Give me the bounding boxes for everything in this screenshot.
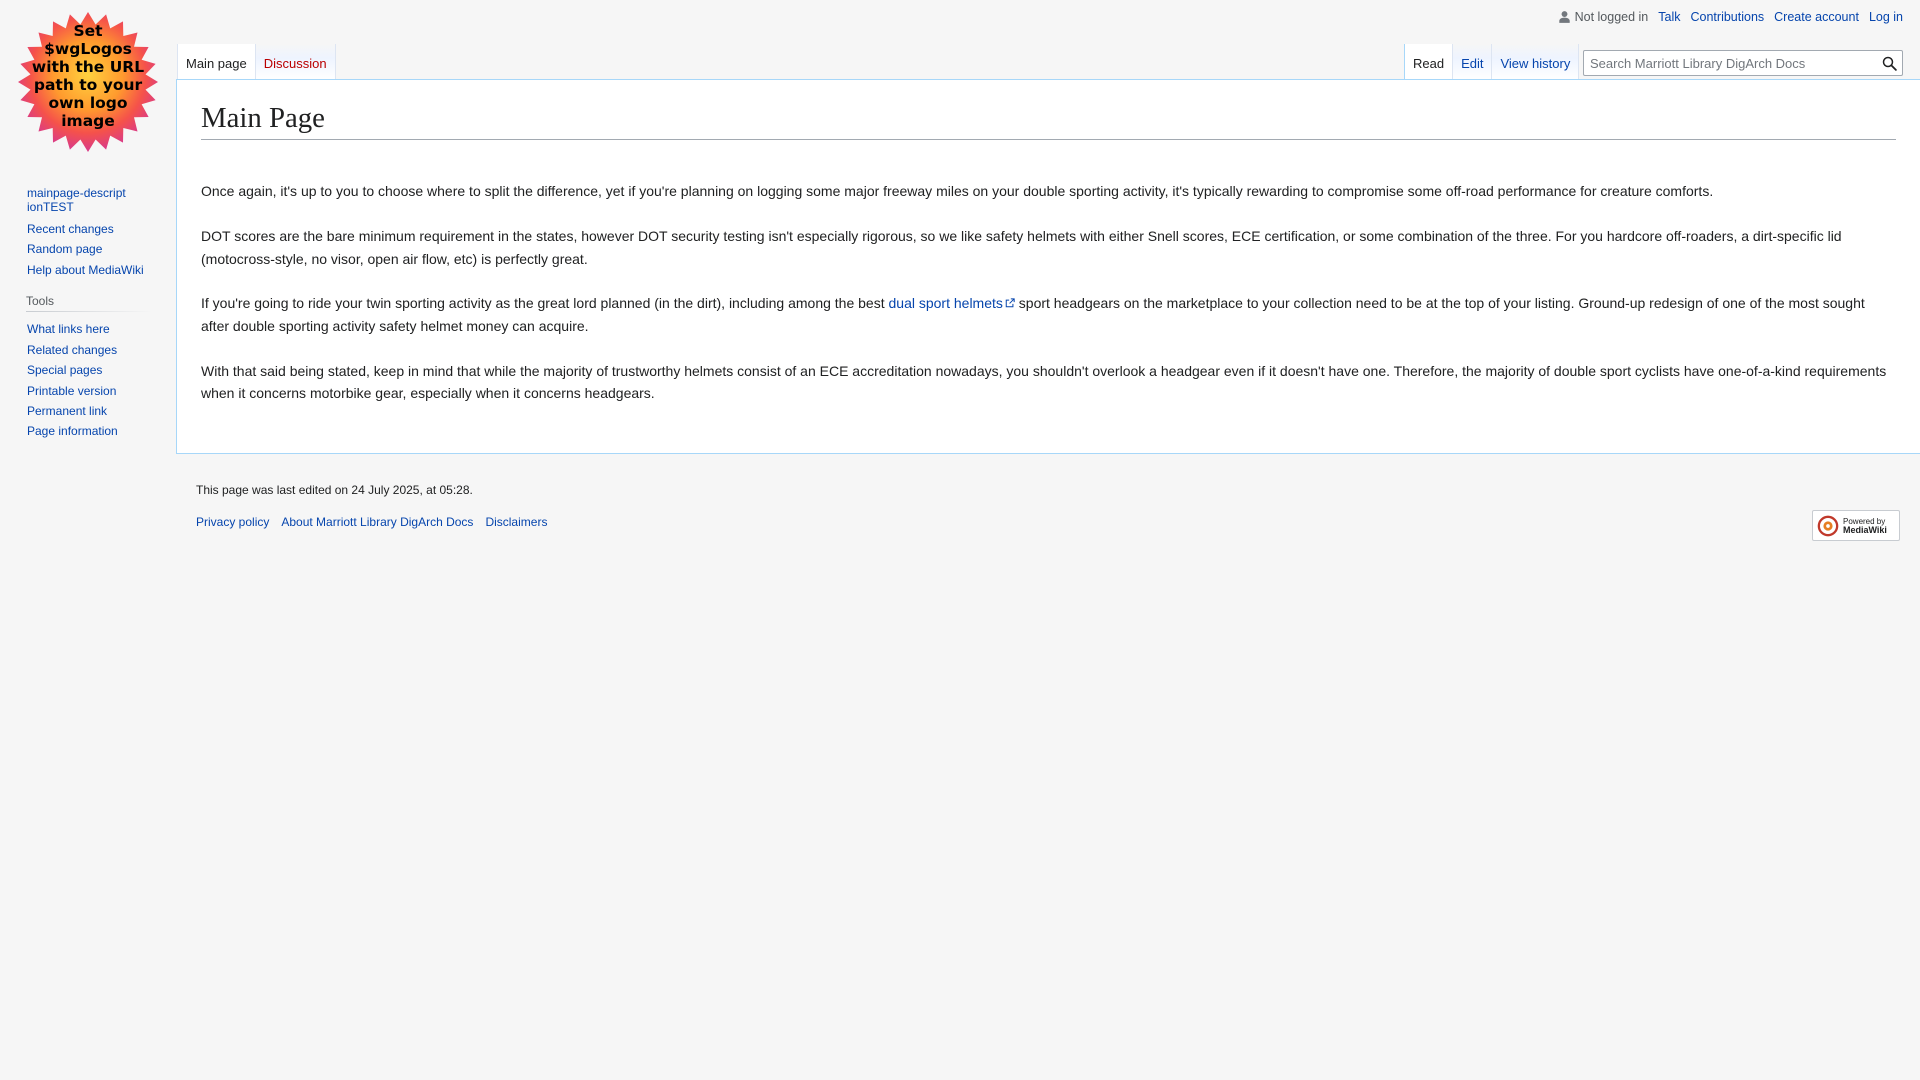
list-item: mainpage-descriptionTEST (27, 186, 157, 215)
search-input[interactable] (1584, 52, 1876, 74)
list-item: What links here (27, 322, 157, 336)
site-logo[interactable]: Set $wgLogos with the URL path to your o… (16, 10, 160, 154)
tab-label: Read (1413, 56, 1445, 71)
powered-by-text: Powered by MediaWiki (1843, 517, 1887, 535)
logo-text-line: Set (73, 22, 103, 40)
mediawiki-wordmark: MediaWiki (1843, 524, 1887, 535)
log-in-link[interactable]: Log in (1869, 10, 1903, 24)
user-icon (1558, 11, 1570, 23)
sidebar-navigation: mainpage-descriptionTEST Recent changes … (27, 186, 157, 277)
tab-label: Main page (186, 56, 247, 71)
list-item: Permanent link (27, 404, 157, 418)
logo-text-line: $wgLogos (44, 40, 132, 58)
sidebar-item-main-page[interactable]: mainpage-descriptionTEST (27, 186, 127, 215)
list-item: Random page (27, 242, 157, 256)
external-link-icon (1005, 298, 1015, 308)
list-item: Page information (27, 424, 157, 438)
tools-heading: Tools (26, 293, 152, 313)
powered-by-mediawiki-badge[interactable]: Powered by MediaWiki (1812, 510, 1900, 541)
tab-edit[interactable]: Edit (1453, 44, 1493, 80)
paragraph-text: If you're going to ride your twin sporti… (201, 295, 889, 312)
talk-link[interactable]: Talk (1658, 10, 1680, 24)
logo-starburst: Set $wgLogos with the URL path to your o… (18, 12, 158, 152)
search-icon (1882, 56, 1897, 71)
sidebar-item-page-information[interactable]: Page information (27, 424, 118, 438)
paragraph: Once again, it's up to you to choose whe… (201, 183, 1714, 200)
logo-text-line: image (61, 112, 115, 130)
user-status: Not logged in (1558, 10, 1649, 24)
sidebar-item-related-changes[interactable]: Related changes (27, 343, 117, 357)
sidebar-tools: What links here Related changes Special … (27, 322, 157, 438)
footer: This page was last edited on 24 July 202… (196, 483, 1900, 529)
contributions-link[interactable]: Contributions (1691, 10, 1765, 24)
list-item: Help about MediaWiki (27, 263, 157, 277)
about-link[interactable]: About Marriott Library DigArch Docs (281, 515, 473, 529)
list-item: Recent changes (27, 222, 157, 236)
tab-label: Discussion (263, 56, 327, 71)
content-area: Main Page Once again, it's up to you to … (176, 79, 1920, 454)
footer-links: Privacy policy About Marriott Library Di… (196, 515, 1900, 529)
sidebar-item-what-links-here[interactable]: What links here (27, 322, 110, 336)
disclaimers-link[interactable]: Disclaimers (485, 515, 547, 529)
tab-label: View history (1500, 56, 1571, 71)
sidebar-item-recent-changes[interactable]: Recent changes (27, 222, 114, 236)
sidebar-item-permanent-link[interactable]: Permanent link (27, 404, 107, 418)
sidebar-item-printable-version[interactable]: Printable version (27, 384, 116, 398)
namespace-tabs: Main page Discussion (177, 44, 336, 80)
logo-text-line: own logo (48, 94, 127, 112)
mediawiki-logo-icon (1817, 515, 1839, 536)
tab-discussion[interactable]: Discussion (255, 44, 336, 80)
paragraph: If you're going to ride your twin sporti… (201, 292, 1896, 337)
list-item: Printable version (27, 384, 157, 398)
tab-main-page[interactable]: Main page (177, 44, 256, 80)
tab-label: Edit (1461, 56, 1484, 71)
view-tabs: Read Edit View history (1404, 44, 1580, 80)
privacy-policy-link[interactable]: Privacy policy (196, 515, 269, 529)
logo-text-line: with the URL (32, 58, 144, 76)
link-text: dual sport helmets (888, 295, 1003, 312)
sidebar-item-help[interactable]: Help about MediaWiki (27, 263, 144, 277)
sidebar-item-special-pages[interactable]: Special pages (27, 363, 102, 377)
dual-sport-helmets-link[interactable]: dual sport helmets (889, 295, 1015, 311)
paragraph: DOT scores are the bare minimum requirem… (201, 228, 1842, 267)
sidebar: mainpage-descriptionTEST Recent changes … (26, 186, 157, 445)
paragraph: With that said being stated, keep in min… (201, 362, 1887, 402)
tab-view-history[interactable]: View history (1492, 44, 1580, 80)
search-box (1583, 50, 1903, 76)
user-status-label: Not logged in (1574, 10, 1649, 24)
body-content: Once again, it's up to you to choose whe… (201, 180, 1896, 404)
tab-read[interactable]: Read (1404, 44, 1454, 80)
search-button[interactable] (1876, 51, 1902, 75)
page-title: Main Page (201, 100, 1896, 141)
list-item: Special pages (27, 363, 157, 377)
list-item: Related changes (27, 343, 157, 357)
sidebar-item-random-page[interactable]: Random page (27, 242, 102, 256)
personal-tools: Not logged in Talk Contributions Create … (1558, 10, 1903, 24)
logo-text-line: path to your (34, 76, 143, 94)
create-account-link[interactable]: Create account (1774, 10, 1859, 24)
last-modified: This page was last edited on 24 July 202… (196, 483, 473, 497)
